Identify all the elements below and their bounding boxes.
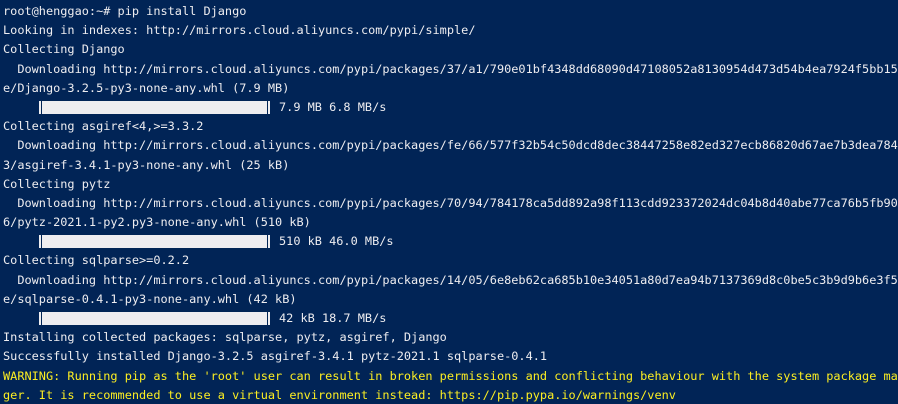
download-asgiref-line-1: Downloading http://mirrors.cloud.aliyunc… xyxy=(3,138,898,153)
download-pytz-line-2: 6/pytz-2021.1-py2.py3-none-any.whl (510 … xyxy=(3,215,311,230)
index-info-line: Looking in indexes: http://mirrors.cloud… xyxy=(3,23,476,38)
django-progress-bar xyxy=(39,98,270,117)
success-line: Successfully installed Django-3.2.5 asgi… xyxy=(3,349,548,364)
django-progress-row: 7.9 MB 6.8 MB/s xyxy=(3,98,898,117)
sqlparse-progress-fill xyxy=(42,312,267,326)
download-asgiref-line-2: 3/asgiref-3.4.1-py3-none-any.whl (25 kB) xyxy=(3,157,290,172)
warning-line-1: WARNING: Running pip as the 'root' user … xyxy=(3,368,898,383)
sqlparse-progress-bar xyxy=(39,309,270,328)
warning-line-2: ger. It is recommended to use a virtual … xyxy=(3,387,676,402)
terminal-window[interactable]: root@henggao:~# pip install Django Looki… xyxy=(0,0,898,404)
download-sqlparse-line-1: Downloading http://mirrors.cloud.aliyunc… xyxy=(3,272,898,287)
django-progress-stats: 7.9 MB 6.8 MB/s xyxy=(279,99,387,114)
command-prompt: root@henggao:~# pip install Django xyxy=(3,4,247,18)
sqlparse-progress-row: 42 kB 18.7 MB/s xyxy=(3,309,898,328)
download-django-line-1: Downloading http://mirrors.cloud.aliyunc… xyxy=(3,61,898,76)
collecting-sqlparse-line: Collecting sqlparse>=0.2.2 xyxy=(3,253,190,268)
collecting-django-line: Collecting Django xyxy=(3,42,125,57)
collecting-pytz-line: Collecting pytz xyxy=(3,176,111,191)
download-sqlparse-line-2: e/sqlparse-0.4.1-py3-none-any.whl (42 kB… xyxy=(3,291,297,306)
download-django-line-2: e/Django-3.2.5-py3-none-any.whl (7.9 MB) xyxy=(3,80,290,95)
django-progress-fill xyxy=(42,101,267,115)
pytz-progress-row: 510 kB 46.0 MB/s xyxy=(3,232,898,251)
download-pytz-line-1: Downloading http://mirrors.cloud.aliyunc… xyxy=(3,195,898,210)
installing-packages-line: Installing collected packages: sqlparse,… xyxy=(3,330,447,345)
pytz-progress-fill xyxy=(42,235,267,249)
pytz-progress-stats: 510 kB 46.0 MB/s xyxy=(279,234,394,249)
pytz-progress-bar xyxy=(39,232,270,251)
collecting-asgiref-line: Collecting asgiref<4,>=3.3.2 xyxy=(3,119,204,134)
sqlparse-progress-stats: 42 kB 18.7 MB/s xyxy=(279,311,387,325)
